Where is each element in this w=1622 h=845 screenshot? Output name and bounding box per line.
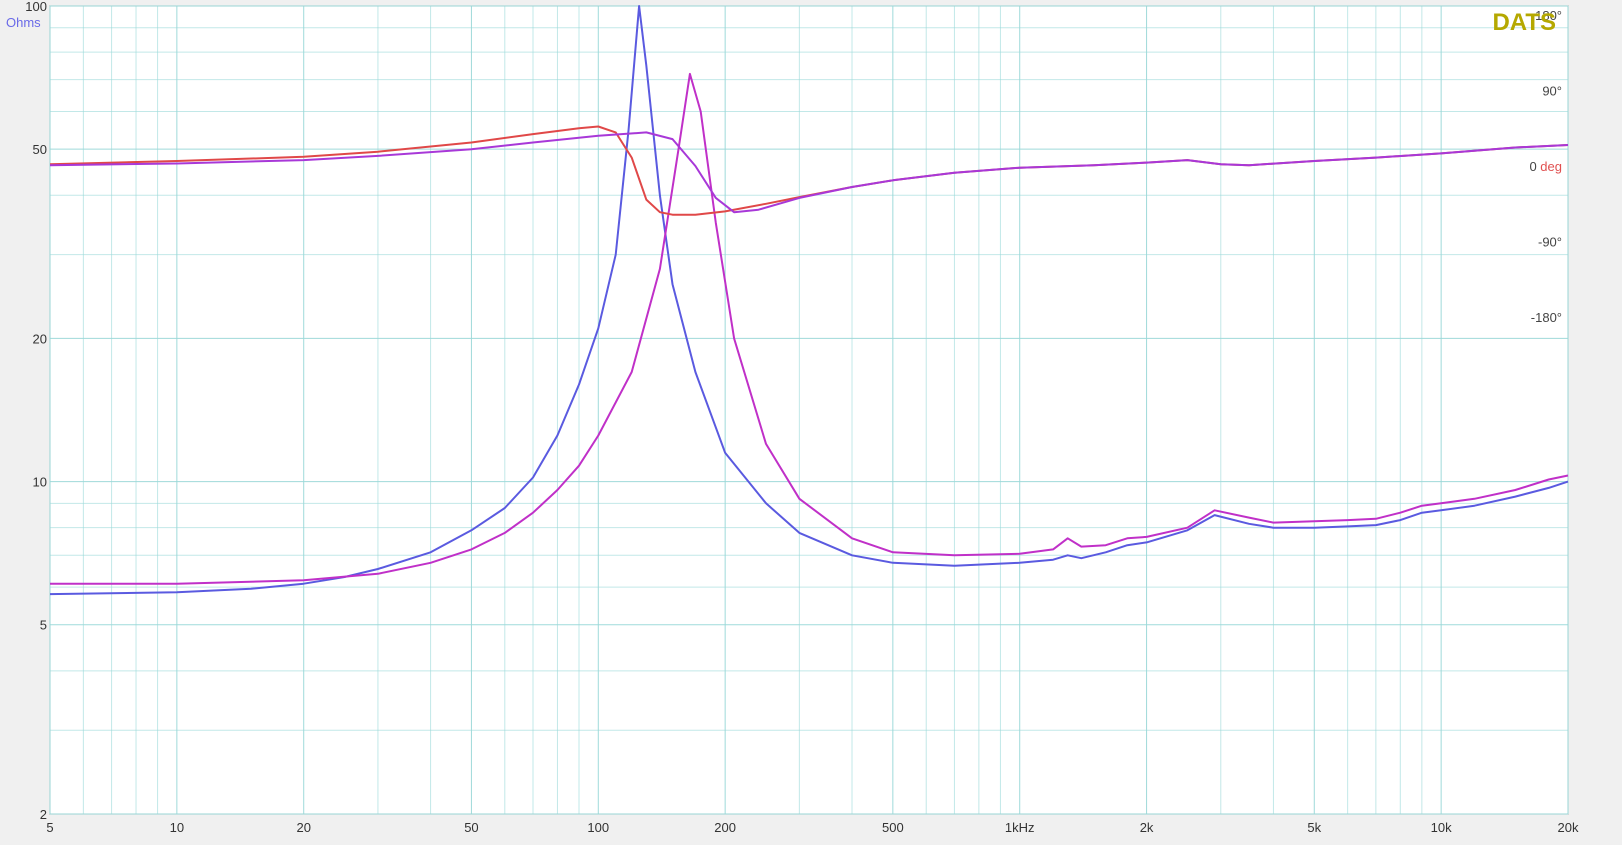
x-tick-label: 10 [170,820,184,835]
y-tick-label: 20 [33,331,47,346]
y-tick-label: 100 [25,0,47,14]
impedance-chart: 5 10 20 50 100 200 500 1kHz 2k 5k 10k 20k 100 50 20 10 5… [0,0,1622,845]
y-tick-label: 50 [33,142,47,157]
y-tick-label: 5 [40,618,47,633]
x-tick-label: 20 [296,820,310,835]
x-tick-label: 10k [1431,820,1452,835]
x-tick-label: 200 [714,820,736,835]
plot-area [49,5,1569,815]
chart-svg: 5 10 20 50 100 200 500 1kHz 2k 5k 10k 20k 100 50 20 10 5… [6,0,1579,835]
x-tick-label: 100 [587,820,609,835]
phase-tick-label: -180° [1531,310,1562,325]
x-tick-label: 2k [1140,820,1154,835]
phase-tick-label: 90° [1542,83,1562,98]
right-unit-label: deg [1537,159,1562,174]
y-tick-label: 2 [40,807,47,822]
left-unit-label: Ohms [6,15,41,30]
x-tick-label: 1kHz [1005,820,1035,835]
y-tick-label: 10 [33,475,47,490]
phase-tick-label: 0 deg [1529,159,1562,174]
x-tick-label: 5k [1307,820,1321,835]
x-tick-label: 500 [882,820,904,835]
x-tick-label: 5 [46,820,53,835]
x-tick-label: 20k [1558,820,1579,835]
x-tick-label: 50 [464,820,478,835]
brand-label: DATS [1492,9,1556,36]
phase-tick-label: -90° [1538,235,1562,250]
